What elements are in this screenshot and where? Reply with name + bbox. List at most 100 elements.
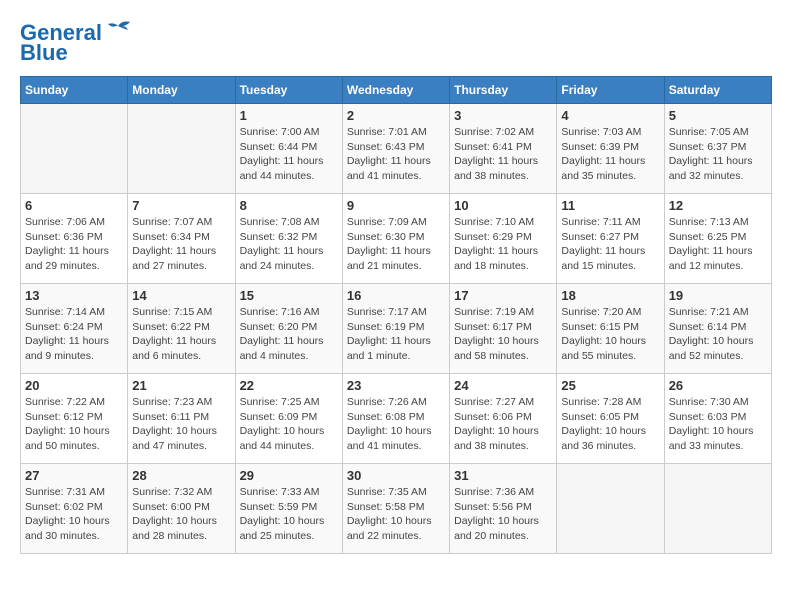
calendar-cell: 5 Sunrise: 7:05 AM Sunset: 6:37 PM Daylig… xyxy=(664,104,771,194)
day-number: 12 xyxy=(669,198,767,213)
weekday-header-wednesday: Wednesday xyxy=(342,77,449,104)
day-info: Sunrise: 7:23 AM Sunset: 6:11 PM Dayligh… xyxy=(132,395,230,454)
day-number: 8 xyxy=(240,198,338,213)
day-info: Sunrise: 7:05 AM Sunset: 6:37 PM Dayligh… xyxy=(669,125,767,184)
calendar-cell: 19 Sunrise: 7:21 AM Sunset: 6:14 PM Dayli… xyxy=(664,284,771,374)
calendar-cell: 17Sunrise: 7:19 AM Sunset: 6:17 PM Dayli… xyxy=(450,284,557,374)
day-info: Sunrise: 7:35 AM Sunset: 5:58 PM Dayligh… xyxy=(347,485,445,544)
day-number: 29 xyxy=(240,468,338,483)
calendar-week-1: 1 Sunrise: 7:00 AM Sunset: 6:44 PM Daylig… xyxy=(21,104,772,194)
day-number: 30 xyxy=(347,468,445,483)
day-info: Sunrise: 7:22 AM Sunset: 6:12 PM Dayligh… xyxy=(25,395,123,454)
day-info: Sunrise: 7:02 AM Sunset: 6:41 PM Dayligh… xyxy=(454,125,552,184)
calendar-cell: 15 Sunrise: 7:16 AM Sunset: 6:20 PM Dayli… xyxy=(235,284,342,374)
day-info: Sunrise: 7:14 AM Sunset: 6:24 PM Dayligh… xyxy=(25,305,123,364)
calendar-week-3: 13 Sunrise: 7:14 AM Sunset: 6:24 PM Dayli… xyxy=(21,284,772,374)
calendar-cell: 30 Sunrise: 7:35 AM Sunset: 5:58 PM Dayli… xyxy=(342,464,449,554)
day-number: 20 xyxy=(25,378,123,393)
day-number: 4 xyxy=(561,108,659,123)
day-info: Sunrise: 7:11 AM Sunset: 6:27 PM Dayligh… xyxy=(561,215,659,274)
calendar-cell: 7Sunrise: 7:07 AM Sunset: 6:34 PM Daylig… xyxy=(128,194,235,284)
day-info: Sunrise: 7:15 AM Sunset: 6:22 PM Dayligh… xyxy=(132,305,230,364)
day-number: 28 xyxy=(132,468,230,483)
weekday-header-saturday: Saturday xyxy=(664,77,771,104)
calendar-body: 1 Sunrise: 7:00 AM Sunset: 6:44 PM Daylig… xyxy=(21,104,772,554)
day-info: Sunrise: 7:27 AM Sunset: 6:06 PM Dayligh… xyxy=(454,395,552,454)
page-header: General Blue xyxy=(20,20,772,66)
calendar-cell: 6Sunrise: 7:06 AM Sunset: 6:36 PM Daylig… xyxy=(21,194,128,284)
calendar-cell: 31 Sunrise: 7:36 AM Sunset: 5:56 PM Dayli… xyxy=(450,464,557,554)
day-number: 3 xyxy=(454,108,552,123)
calendar-week-4: 20 Sunrise: 7:22 AM Sunset: 6:12 PM Dayli… xyxy=(21,374,772,464)
day-number: 13 xyxy=(25,288,123,303)
calendar-cell: 13 Sunrise: 7:14 AM Sunset: 6:24 PM Dayli… xyxy=(21,284,128,374)
calendar-week-5: 27 Sunrise: 7:31 AM Sunset: 6:02 PM Dayli… xyxy=(21,464,772,554)
weekday-header-monday: Monday xyxy=(128,77,235,104)
weekday-header-thursday: Thursday xyxy=(450,77,557,104)
day-number: 27 xyxy=(25,468,123,483)
day-number: 31 xyxy=(454,468,552,483)
day-number: 11 xyxy=(561,198,659,213)
calendar-cell: 18Sunrise: 7:20 AM Sunset: 6:15 PM Dayli… xyxy=(557,284,664,374)
bird-icon xyxy=(104,18,132,40)
day-number: 14 xyxy=(132,288,230,303)
calendar-cell: 22 Sunrise: 7:25 AM Sunset: 6:09 PM Dayli… xyxy=(235,374,342,464)
logo-blue-text: Blue xyxy=(20,40,68,66)
day-info: Sunrise: 7:09 AM Sunset: 6:30 PM Dayligh… xyxy=(347,215,445,274)
day-number: 25 xyxy=(561,378,659,393)
day-number: 10 xyxy=(454,198,552,213)
day-info: Sunrise: 7:30 AM Sunset: 6:03 PM Dayligh… xyxy=(669,395,767,454)
day-info: Sunrise: 7:21 AM Sunset: 6:14 PM Dayligh… xyxy=(669,305,767,364)
day-info: Sunrise: 7:28 AM Sunset: 6:05 PM Dayligh… xyxy=(561,395,659,454)
day-info: Sunrise: 7:08 AM Sunset: 6:32 PM Dayligh… xyxy=(240,215,338,274)
calendar-cell: 2Sunrise: 7:01 AM Sunset: 6:43 PM Daylig… xyxy=(342,104,449,194)
day-number: 5 xyxy=(669,108,767,123)
weekday-header-tuesday: Tuesday xyxy=(235,77,342,104)
day-info: Sunrise: 7:06 AM Sunset: 6:36 PM Dayligh… xyxy=(25,215,123,274)
calendar-cell: 28 Sunrise: 7:32 AM Sunset: 6:00 PM Dayli… xyxy=(128,464,235,554)
day-number: 23 xyxy=(347,378,445,393)
calendar-cell xyxy=(664,464,771,554)
logo: General Blue xyxy=(20,20,132,66)
calendar-cell xyxy=(21,104,128,194)
calendar-week-2: 6Sunrise: 7:06 AM Sunset: 6:36 PM Daylig… xyxy=(21,194,772,284)
weekday-header-sunday: Sunday xyxy=(21,77,128,104)
calendar-cell xyxy=(557,464,664,554)
day-number: 24 xyxy=(454,378,552,393)
day-number: 15 xyxy=(240,288,338,303)
calendar-cell: 26 Sunrise: 7:30 AM Sunset: 6:03 PM Dayli… xyxy=(664,374,771,464)
weekday-header-friday: Friday xyxy=(557,77,664,104)
calendar-cell: 12 Sunrise: 7:13 AM Sunset: 6:25 PM Dayli… xyxy=(664,194,771,284)
day-number: 9 xyxy=(347,198,445,213)
day-info: Sunrise: 7:16 AM Sunset: 6:20 PM Dayligh… xyxy=(240,305,338,364)
day-number: 1 xyxy=(240,108,338,123)
calendar-cell: 29 Sunrise: 7:33 AM Sunset: 5:59 PM Dayli… xyxy=(235,464,342,554)
day-info: Sunrise: 7:33 AM Sunset: 5:59 PM Dayligh… xyxy=(240,485,338,544)
day-number: 17 xyxy=(454,288,552,303)
calendar-cell: 9 Sunrise: 7:09 AM Sunset: 6:30 PM Daylig… xyxy=(342,194,449,284)
calendar-cell: 4 Sunrise: 7:03 AM Sunset: 6:39 PM Daylig… xyxy=(557,104,664,194)
day-info: Sunrise: 7:13 AM Sunset: 6:25 PM Dayligh… xyxy=(669,215,767,274)
day-info: Sunrise: 7:31 AM Sunset: 6:02 PM Dayligh… xyxy=(25,485,123,544)
day-number: 19 xyxy=(669,288,767,303)
day-info: Sunrise: 7:25 AM Sunset: 6:09 PM Dayligh… xyxy=(240,395,338,454)
calendar-cell: 16Sunrise: 7:17 AM Sunset: 6:19 PM Dayli… xyxy=(342,284,449,374)
day-number: 22 xyxy=(240,378,338,393)
day-number: 16 xyxy=(347,288,445,303)
day-info: Sunrise: 7:36 AM Sunset: 5:56 PM Dayligh… xyxy=(454,485,552,544)
calendar-cell: 20 Sunrise: 7:22 AM Sunset: 6:12 PM Dayli… xyxy=(21,374,128,464)
calendar-cell xyxy=(128,104,235,194)
day-number: 18 xyxy=(561,288,659,303)
calendar-cell: 10 Sunrise: 7:10 AM Sunset: 6:29 PM Dayli… xyxy=(450,194,557,284)
day-info: Sunrise: 7:32 AM Sunset: 6:00 PM Dayligh… xyxy=(132,485,230,544)
calendar-cell: 11 Sunrise: 7:11 AM Sunset: 6:27 PM Dayli… xyxy=(557,194,664,284)
day-info: Sunrise: 7:10 AM Sunset: 6:29 PM Dayligh… xyxy=(454,215,552,274)
day-number: 21 xyxy=(132,378,230,393)
calendar-cell: 3 Sunrise: 7:02 AM Sunset: 6:41 PM Daylig… xyxy=(450,104,557,194)
calendar-cell: 21 Sunrise: 7:23 AM Sunset: 6:11 PM Dayli… xyxy=(128,374,235,464)
day-number: 2 xyxy=(347,108,445,123)
calendar-cell: 27 Sunrise: 7:31 AM Sunset: 6:02 PM Dayli… xyxy=(21,464,128,554)
day-number: 26 xyxy=(669,378,767,393)
day-info: Sunrise: 7:00 AM Sunset: 6:44 PM Dayligh… xyxy=(240,125,338,184)
day-info: Sunrise: 7:03 AM Sunset: 6:39 PM Dayligh… xyxy=(561,125,659,184)
